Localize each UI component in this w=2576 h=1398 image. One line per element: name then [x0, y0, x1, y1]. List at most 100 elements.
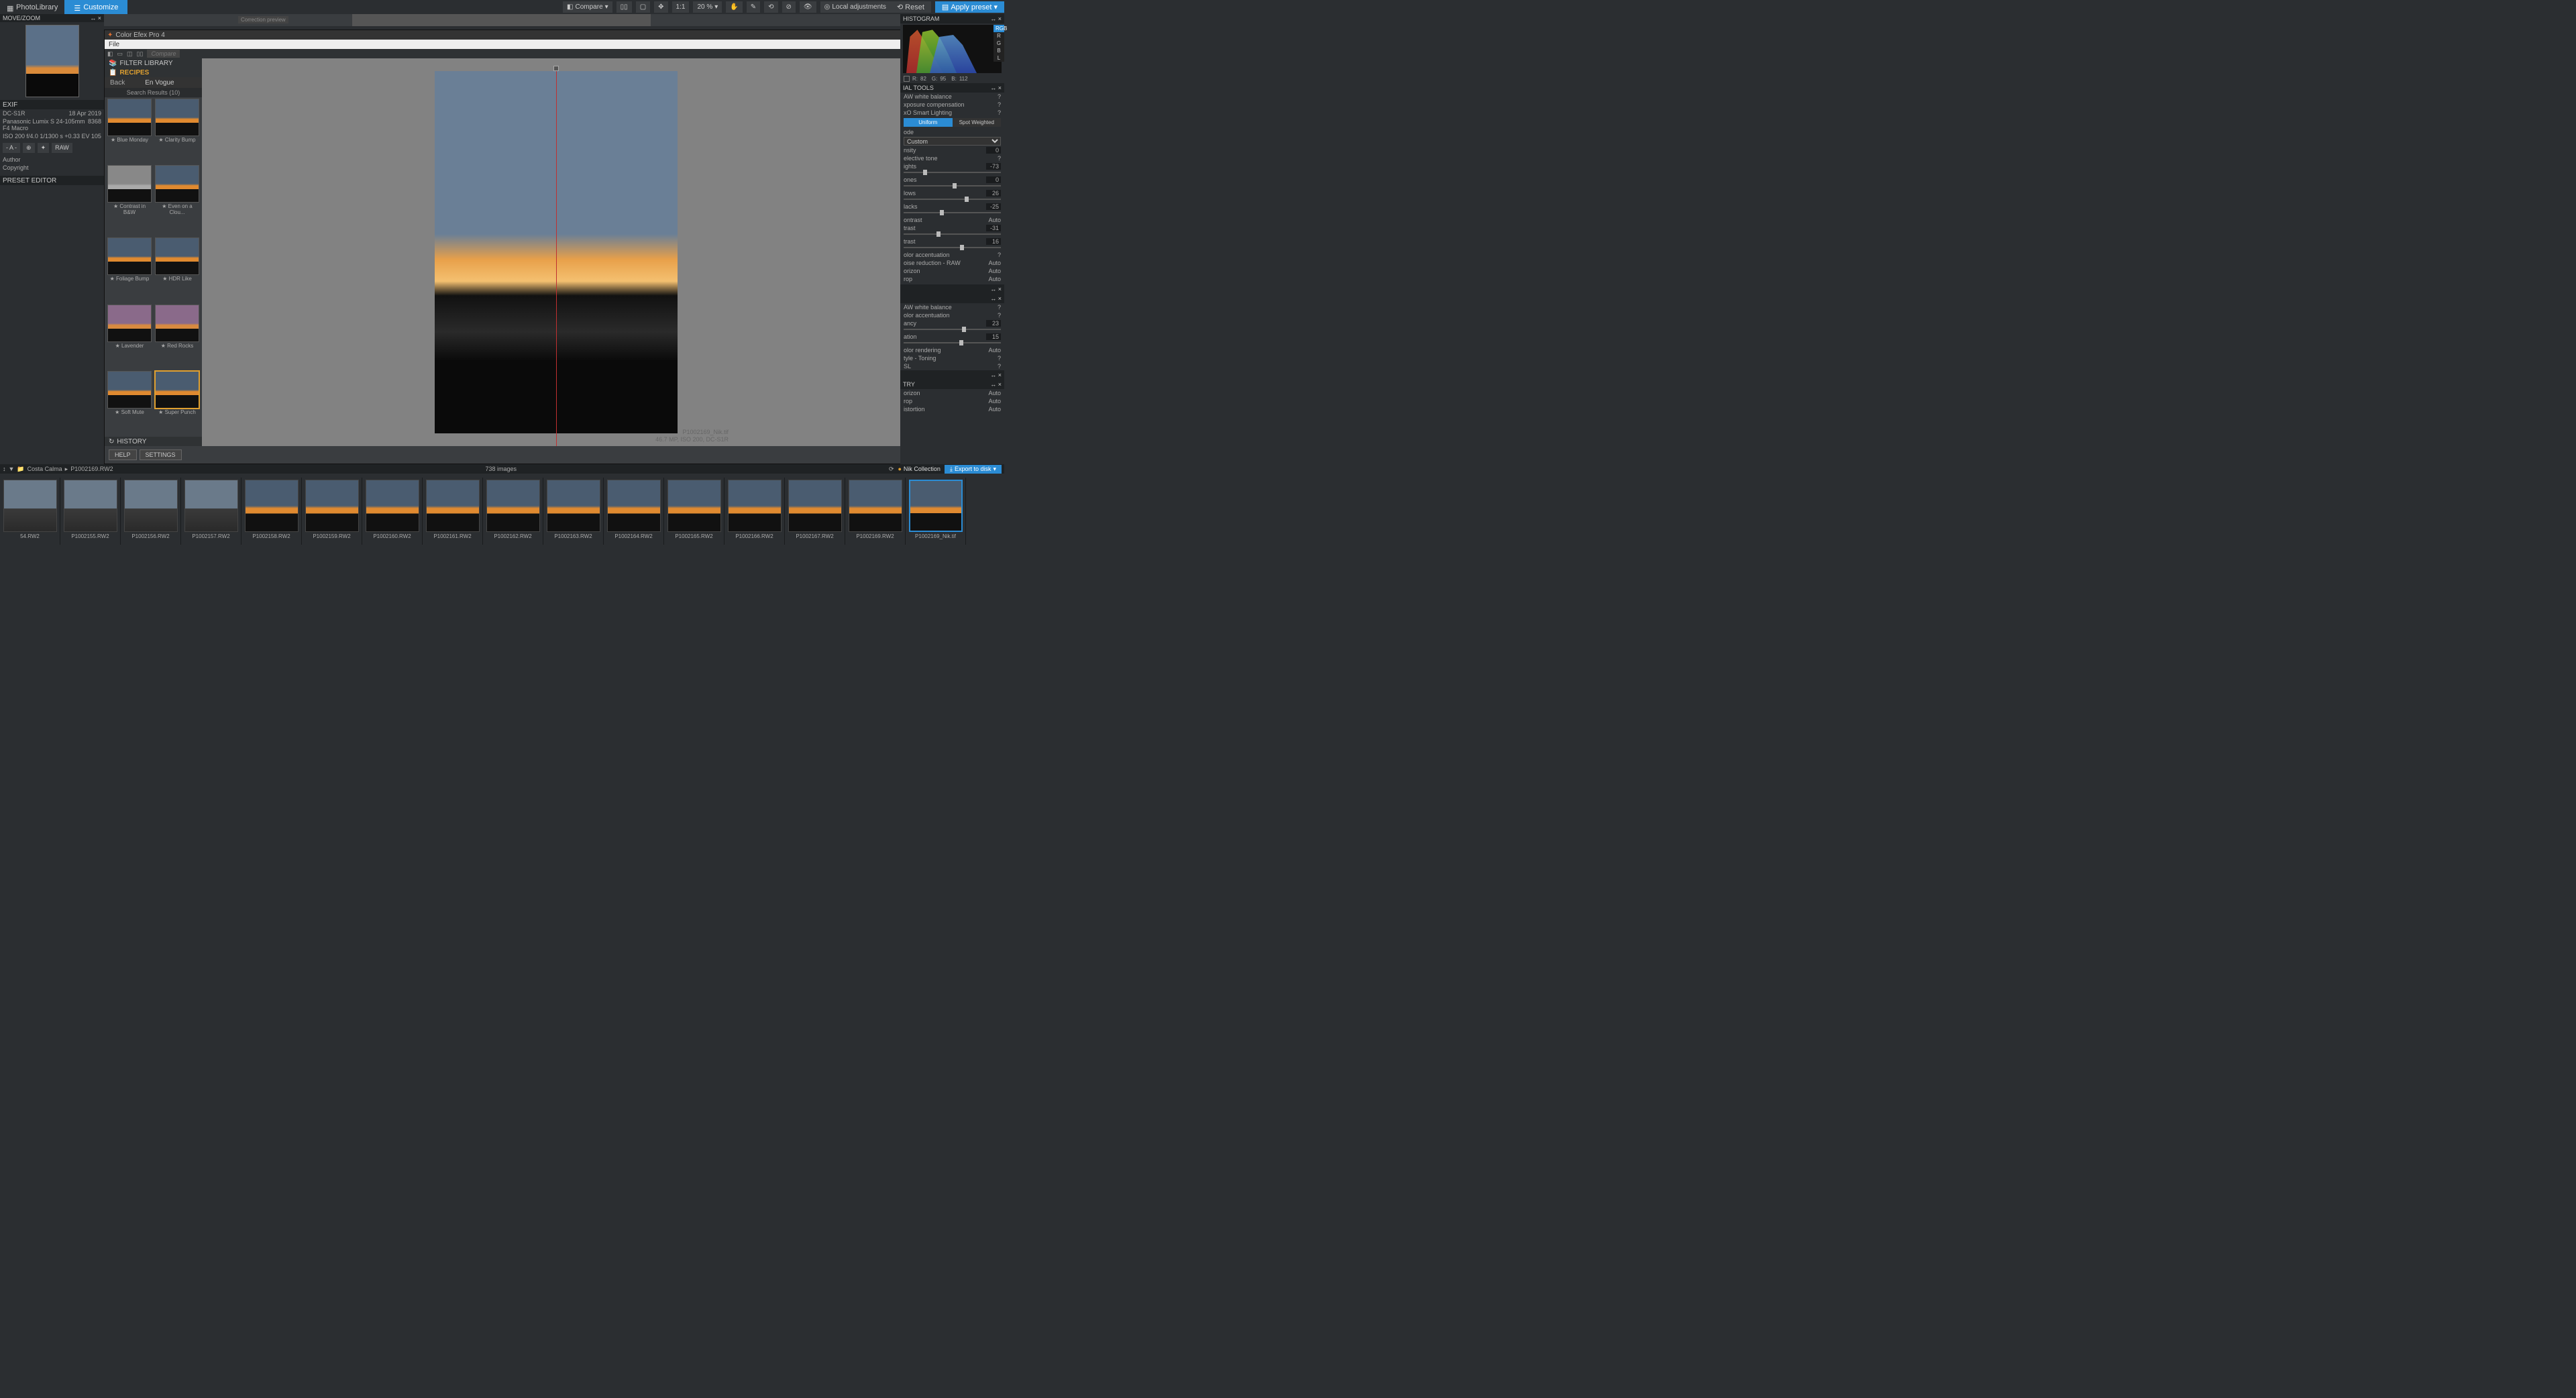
thumbnail-P1002158.RW2[interactable]: P1002158.RW2 — [241, 478, 302, 545]
breadcrumb-folder[interactable]: Costa Calma — [28, 466, 62, 472]
back-button[interactable]: Back — [105, 79, 130, 87]
preset---blue-monday[interactable]: ★ Blue Monday — [107, 99, 152, 163]
settings-button[interactable]: SETTINGS — [140, 449, 182, 460]
noise-reduction[interactable]: oise reduction - RAWAuto — [900, 259, 1004, 267]
preset---contrast-in-b-w[interactable]: ★ Contrast in B&W — [107, 165, 152, 235]
compare-button[interactable]: Compare — [147, 50, 180, 58]
compare-divider[interactable] — [556, 67, 557, 447]
exposure-compensation[interactable]: xposure compensation? — [900, 101, 1004, 109]
hsl[interactable]: SL? — [900, 362, 1004, 370]
blacks-slider[interactable]: lacks-25 — [900, 203, 1004, 211]
file-menu[interactable]: File — [109, 41, 119, 48]
history-panel[interactable]: ↻HISTORY — [105, 437, 202, 446]
sort-icon[interactable]: ↕ — [3, 466, 6, 472]
preset---lavender[interactable]: ★ Lavender — [107, 305, 152, 369]
channel-rgb[interactable]: RGB — [994, 25, 1004, 32]
reset-button[interactable]: ⟲Reset — [890, 1, 931, 13]
fit-icon[interactable]: ✥ — [654, 1, 667, 13]
contrast-slider-1[interactable]: trast-31 — [900, 224, 1004, 232]
thumbnail-P1002156.RW2[interactable]: P1002156.RW2 — [121, 478, 181, 545]
style-toning[interactable]: tyle - Toning? — [900, 354, 1004, 362]
thumbnail-P1002163.RW2[interactable]: P1002163.RW2 — [543, 478, 604, 545]
preview-canvas[interactable]: P1002169_Nik.tif 46.7 MP, ISO 200, DC-S1… — [202, 58, 910, 446]
split-vert-icon[interactable]: ▯▯ — [616, 1, 632, 13]
contrast-section[interactable]: ontrastAuto — [900, 216, 1004, 224]
preset---soft-mute[interactable]: ★ Soft Mute — [107, 371, 152, 435]
saturation-slider[interactable]: ation15 — [900, 333, 1004, 341]
preset---red-rocks[interactable]: ★ Red Rocks — [155, 305, 199, 369]
raw-white-balance[interactable]: AW white balance? — [900, 93, 1004, 101]
panel-pin-icon[interactable]: ↔ × — [990, 15, 1002, 22]
thumbnail-P1002169.RW2[interactable]: P1002169.RW2 — [845, 478, 906, 545]
thumbnail-P1002162.RW2[interactable]: P1002162.RW2 — [483, 478, 543, 545]
target-icon[interactable]: ⊕ — [23, 143, 35, 153]
contrast-slider-2[interactable]: trast16 — [900, 237, 1004, 246]
a-button[interactable]: - A - — [3, 143, 20, 153]
channel-b[interactable]: B — [994, 47, 1004, 54]
horizon-2[interactable]: orizonAuto — [900, 389, 1004, 397]
essential-tools-header[interactable]: IAL TOOLS — [903, 85, 934, 91]
hand-tool-icon[interactable]: ✋ — [726, 1, 742, 13]
single-view-icon[interactable]: ▭ — [117, 50, 123, 58]
thumbnail-54.RW2[interactable]: 54.RW2 — [0, 478, 60, 545]
picker-icon[interactable]: ✎ — [747, 1, 760, 13]
filter-icon[interactable]: ▼ — [9, 466, 15, 472]
zoom-dropdown[interactable]: 20 %▾ — [693, 1, 722, 13]
preset-editor-header[interactable]: PRESET EDITOR — [0, 176, 104, 185]
color-rendering[interactable]: olor renderingAuto — [900, 346, 1004, 354]
thumbnail-P1002166.RW2[interactable]: P1002166.RW2 — [724, 478, 785, 545]
refresh-icon[interactable]: ⟳ — [889, 466, 894, 473]
channel-g[interactable]: G — [994, 40, 1004, 47]
navigator-thumbnail[interactable] — [25, 25, 79, 97]
nik-collection-button[interactable]: ●Nik Collection — [898, 466, 940, 472]
color-accentuation-2[interactable]: olor accentuation? — [900, 311, 1004, 319]
crop-2[interactable]: ropAuto — [900, 397, 1004, 405]
smart-lighting[interactable]: xO Smart Lighting? — [900, 109, 1004, 117]
color-accentuation[interactable]: olor accentuation? — [900, 251, 1004, 259]
horizon[interactable]: orizonAuto — [900, 267, 1004, 275]
filter-library-tab[interactable]: 📚FILTER LIBRARY — [105, 58, 202, 68]
crop[interactable]: ropAuto — [900, 275, 1004, 283]
preset---foliage-bump[interactable]: ★ Foliage Bump — [107, 237, 152, 302]
vibrancy-slider[interactable]: ancy23 — [900, 319, 1004, 327]
recipes-tab[interactable]: 📋RECIPES — [105, 68, 202, 77]
highlights-slider[interactable]: ights-73 — [900, 162, 1004, 170]
preset---even-on-a-clou---[interactable]: ★ Even on a Clou... — [155, 165, 199, 235]
export-to-disk-button[interactable]: ⤓Export to disk▾ — [945, 465, 1002, 474]
compare-dropdown[interactable]: ◧Compare▾ — [563, 1, 612, 13]
thumbnail-P1002159.RW2[interactable]: P1002159.RW2 — [302, 478, 362, 545]
channel-r[interactable]: R — [994, 32, 1004, 40]
distortion[interactable]: istortionAuto — [900, 405, 1004, 413]
spot-weighted-tab[interactable]: Spot Weighted — [953, 118, 1002, 127]
compare-handle[interactable] — [553, 66, 559, 71]
timeline-scrub[interactable]: Correction preview — [104, 14, 1004, 26]
help-button[interactable]: HELP — [109, 449, 137, 460]
split-view-icon[interactable]: ◫ — [127, 50, 133, 58]
photolibrary-tab[interactable]: ▦PhotoLibrary — [0, 0, 64, 14]
preset---hdr-like[interactable]: ★ HDR Like — [155, 237, 199, 302]
apply-preset-button[interactable]: ▤Apply preset▾ — [935, 1, 1004, 13]
mode-select[interactable]: Custom — [904, 137, 1001, 146]
panel-left-icon[interactable]: ◧ — [107, 50, 113, 58]
geometry-header[interactable]: TRY — [903, 381, 915, 388]
intensity-row[interactable]: nsity0 — [900, 146, 1004, 154]
thumbnail-P1002155.RW2[interactable]: P1002155.RW2 — [60, 478, 121, 545]
wand-icon[interactable]: ✦ — [38, 143, 50, 153]
side-view-icon[interactable]: ▯▯ — [137, 50, 144, 58]
uniform-tab[interactable]: Uniform — [904, 118, 953, 127]
preset---super-punch[interactable]: ★ Super Punch — [155, 371, 199, 435]
wb-icon[interactable]: ⟲ — [764, 1, 777, 13]
crop-icon[interactable]: ▢ — [636, 1, 650, 13]
thumbnail-P1002161.RW2[interactable]: P1002161.RW2 — [423, 478, 483, 545]
thumbnail-P1002160.RW2[interactable]: P1002160.RW2 — [362, 478, 423, 545]
preset---clarity-bump[interactable]: ★ Clarity Bump — [155, 99, 199, 163]
raw-button[interactable]: RAW — [52, 143, 72, 153]
eye-icon[interactable]: 👁 — [800, 1, 816, 13]
selective-tone[interactable]: elective tone? — [900, 154, 1004, 162]
local-adjustments-button[interactable]: ◎Local adjustments — [820, 1, 890, 13]
thumbnail-P1002157.RW2[interactable]: P1002157.RW2 — [181, 478, 241, 545]
thumbnail-P1002169_Nik.tif[interactable]: P1002169_Nik.tif — [906, 478, 966, 545]
thumbnail-P1002165.RW2[interactable]: P1002165.RW2 — [664, 478, 724, 545]
thumbnail-P1002164.RW2[interactable]: P1002164.RW2 — [604, 478, 664, 545]
raw-white-balance-2[interactable]: AW white balance? — [900, 303, 1004, 311]
